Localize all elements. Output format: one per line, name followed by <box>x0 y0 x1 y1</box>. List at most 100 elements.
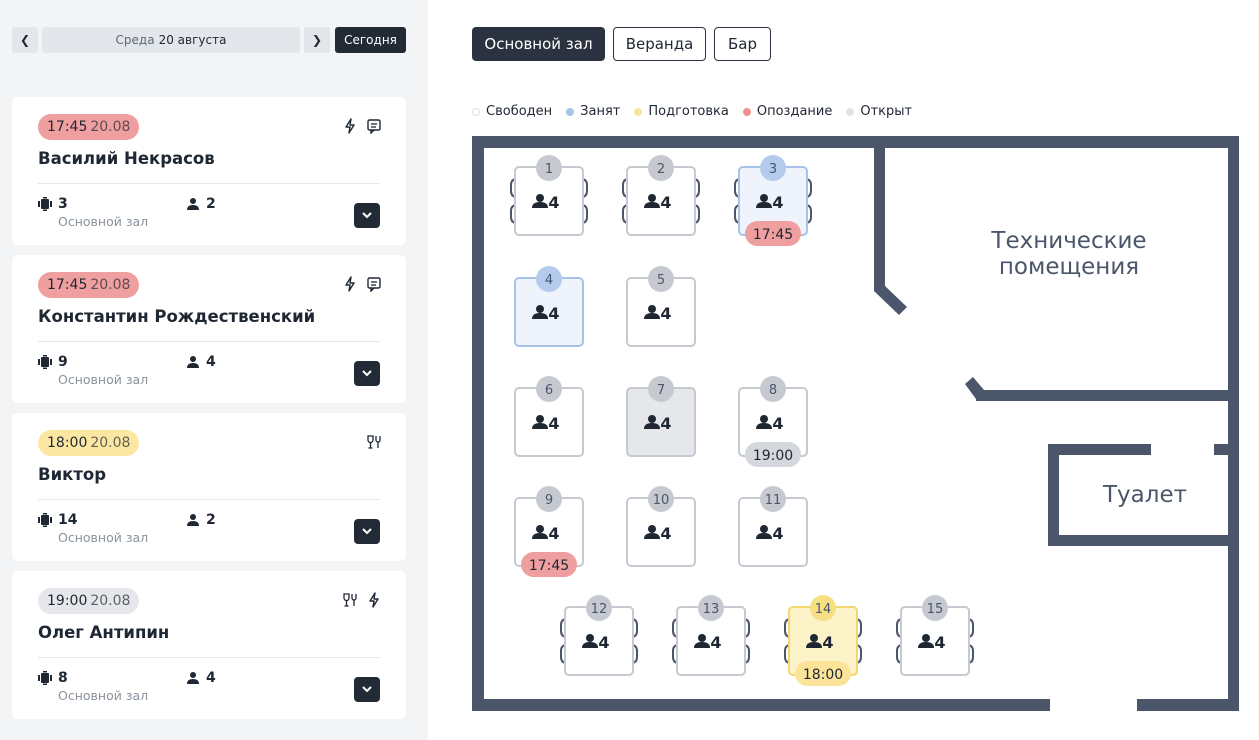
reservation-flags <box>366 434 382 450</box>
table-info: 3 <box>38 196 68 212</box>
table-15[interactable]: 15 4 <box>896 595 974 676</box>
table-seats: 4 <box>660 524 671 543</box>
chevron-down-icon <box>362 212 372 219</box>
reservation-time: 17:45 <box>47 277 88 293</box>
chevron-down-icon <box>362 686 372 693</box>
person-icon <box>187 672 199 684</box>
divider <box>38 183 380 184</box>
reservation-time: 18:00 <box>47 435 88 451</box>
next-day-button[interactable]: ❯ <box>304 27 330 53</box>
table-10[interactable]: 10 4 <box>626 486 696 567</box>
expand-button[interactable] <box>354 519 380 544</box>
date-field[interactable]: Среда 20 августа <box>42 27 300 53</box>
legend-dot <box>566 107 575 116</box>
table-number: 5 <box>657 273 665 288</box>
table-6[interactable]: 64 <box>514 376 584 457</box>
weekday-label: Среда <box>115 33 155 47</box>
table-seats: 4 <box>822 633 833 652</box>
table-number: 6 <box>545 383 553 398</box>
table-info: 14 <box>38 512 77 528</box>
reservation-time-badge: 18:00 20.08 <box>38 430 140 456</box>
floor-plan: Технические помещения Туалет 14243417:454… <box>472 136 1239 711</box>
table-13[interactable]: 13 4 <box>672 595 750 676</box>
table-number: 13 <box>703 602 720 617</box>
reservation-card[interactable]: 18:00 20.08 Виктор 14 Основной зал 2 <box>12 413 406 561</box>
tab-main-hall[interactable]: Основной зал <box>472 27 605 61</box>
legend-open: Открыт <box>846 104 912 119</box>
table-number: 12 <box>591 602 608 617</box>
table-reservation-time: 19:00 <box>753 448 793 464</box>
table-icon <box>38 513 52 527</box>
table-2[interactable]: 24 <box>622 155 700 236</box>
chevron-down-icon <box>362 528 372 535</box>
hall-name: Основной зал <box>58 214 149 229</box>
table-number: 14 <box>815 602 832 617</box>
table-seats: 4 <box>660 193 671 212</box>
legend-dot <box>742 107 751 116</box>
table-4[interactable]: 44 <box>514 266 584 347</box>
table-seats: 4 <box>548 193 559 212</box>
table-number: 3 <box>769 162 777 177</box>
legend-label: Подготовка <box>648 104 729 119</box>
reservation-card[interactable]: 17:45 20.08 Константин Рождественский 9 Осно… <box>12 255 406 403</box>
table-11[interactable]: 11 4 <box>738 486 808 567</box>
reservation-time-badge: 17:45 20.08 <box>38 272 140 298</box>
table-number: 8 <box>58 670 68 686</box>
legend-preparing: Подготовка <box>634 104 729 119</box>
reservation-time-badge: 17:45 20.08 <box>38 114 140 140</box>
table-seats: 4 <box>710 633 721 652</box>
room-technical-label: Технические помещения <box>990 228 1146 280</box>
tab-veranda[interactable]: Веранда <box>613 27 706 61</box>
tab-bar[interactable]: Бар <box>714 27 771 61</box>
comment-icon <box>367 277 381 292</box>
bolt-icon <box>345 276 355 292</box>
reservation-card[interactable]: 17:45 20.08 Василий Некрасов 3 Основной зал 2 <box>12 97 406 245</box>
comment-icon <box>367 119 381 134</box>
legend-label: Опоздание <box>756 104 833 119</box>
table-number: 9 <box>58 354 68 370</box>
table-14[interactable]: 14 4 18:00 <box>784 595 862 686</box>
prev-day-button[interactable]: ❮ <box>12 27 38 53</box>
wine-glass-icon <box>343 593 357 607</box>
chevron-right-icon: ❯ <box>311 33 323 47</box>
table-number: 14 <box>58 512 78 528</box>
expand-button[interactable] <box>354 361 380 386</box>
table-5[interactable]: 54 <box>626 266 696 347</box>
table-number: 10 <box>653 493 670 508</box>
guest-name: Олег Антипин <box>38 623 170 642</box>
table-icon <box>38 197 52 211</box>
table-number: 3 <box>58 196 68 212</box>
table-seats: 4 <box>772 193 783 212</box>
guest-number: 4 <box>206 354 216 370</box>
expand-button[interactable] <box>354 677 380 702</box>
today-button[interactable]: Сегодня <box>335 27 406 53</box>
table-seats: 4 <box>548 304 559 323</box>
legend-occupied: Занят <box>566 104 620 119</box>
table-seats: 4 <box>548 414 559 433</box>
table-seats: 4 <box>660 414 671 433</box>
table-info: 9 <box>38 354 68 370</box>
table-1[interactable]: 14 <box>510 155 588 236</box>
guest-name: Виктор <box>38 465 107 484</box>
table-8[interactable]: 8 4 19:00 <box>738 376 808 467</box>
table-3[interactable]: 3 4 17:45 <box>734 155 812 246</box>
expand-button[interactable] <box>354 203 380 228</box>
divider <box>38 341 380 342</box>
reservation-card[interactable]: 19:00 20.08 Олег Антипин 8 Основной зал 4 <box>12 571 406 719</box>
guest-count: 2 <box>186 196 216 212</box>
reservation-flags <box>342 592 382 608</box>
reservation-date: 20.08 <box>90 119 131 135</box>
table-12[interactable]: 12 4 <box>560 595 638 676</box>
table-7[interactable]: 74 <box>626 376 696 457</box>
reservations-panel: ❮ Среда 20 августа ❯ Сегодня 17:45 20.08 В… <box>0 0 428 740</box>
guest-count: 4 <box>186 354 216 370</box>
table-number: 1 <box>545 162 553 177</box>
person-icon <box>187 198 199 210</box>
table-9[interactable]: 9 4 17:45 <box>514 486 584 577</box>
reservation-date: 20.08 <box>90 593 131 609</box>
hall-name: Основной зал <box>58 372 149 387</box>
table-number: 15 <box>927 602 944 617</box>
table-reservation-time: 18:00 <box>803 667 843 683</box>
person-icon <box>187 514 199 526</box>
room-toilet-label: Туалет <box>1102 482 1187 508</box>
